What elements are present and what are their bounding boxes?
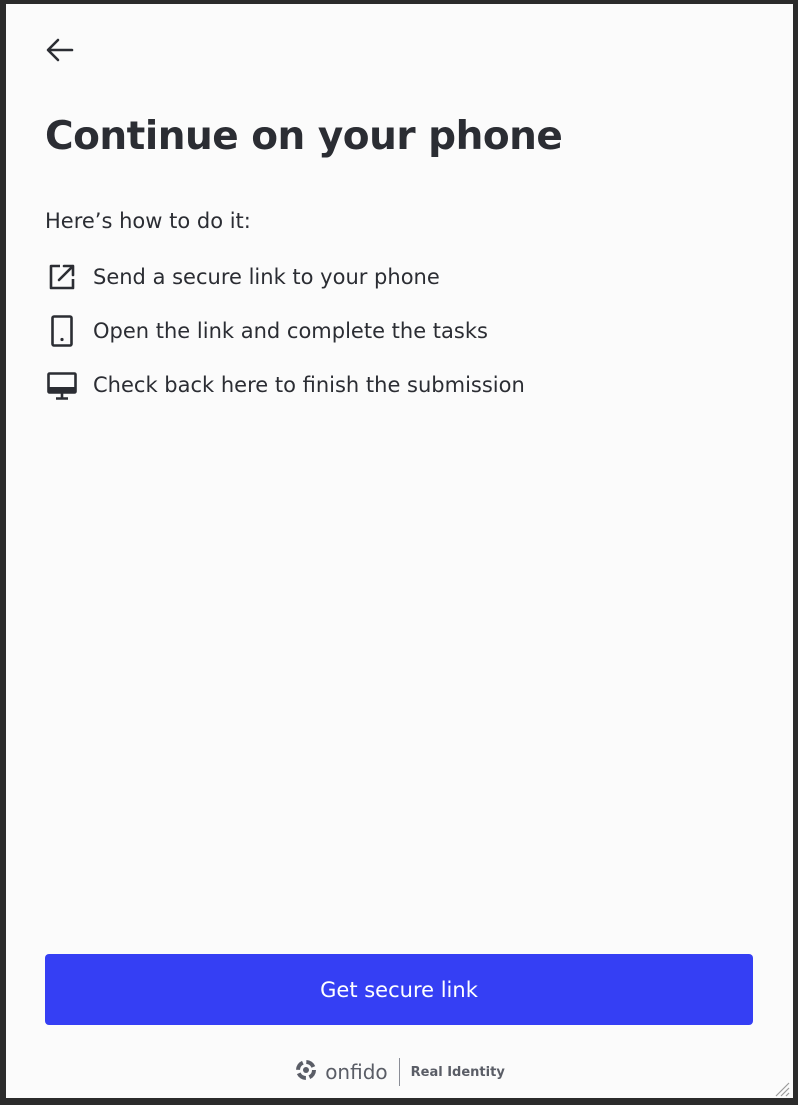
onfido-logo-icon: [294, 1058, 318, 1086]
external-link-icon: [45, 260, 79, 294]
smartphone-icon: [45, 314, 79, 348]
step-send-link: Send a secure link to your phone: [45, 260, 440, 294]
resize-grip-icon[interactable]: [772, 1079, 790, 1097]
footer: onfido Real Identity: [6, 1056, 793, 1088]
intro-text: Here’s how to do it:: [45, 209, 251, 233]
onfido-logo: onfido: [294, 1058, 388, 1086]
step-check-back: Check back here to finish the submission: [45, 368, 525, 402]
back-button[interactable]: [40, 32, 80, 72]
step-open-link: Open the link and complete the tasks: [45, 314, 488, 348]
desktop-monitor-icon: [45, 368, 79, 402]
cross-device-panel: Continue on your phone Here’s how to do …: [6, 4, 793, 1098]
arrow-left-icon: [44, 34, 76, 70]
brand-name: onfido: [325, 1060, 388, 1084]
tagline: Real Identity: [410, 1064, 505, 1080]
step-label: Check back here to finish the submission: [93, 373, 525, 397]
step-label: Send a secure link to your phone: [93, 265, 440, 289]
get-secure-link-button[interactable]: Get secure link: [45, 954, 753, 1025]
step-label: Open the link and complete the tasks: [93, 319, 488, 343]
footer-divider: [398, 1058, 400, 1086]
window-frame: Continue on your phone Here’s how to do …: [0, 0, 798, 1105]
page-title: Continue on your phone: [45, 114, 563, 159]
